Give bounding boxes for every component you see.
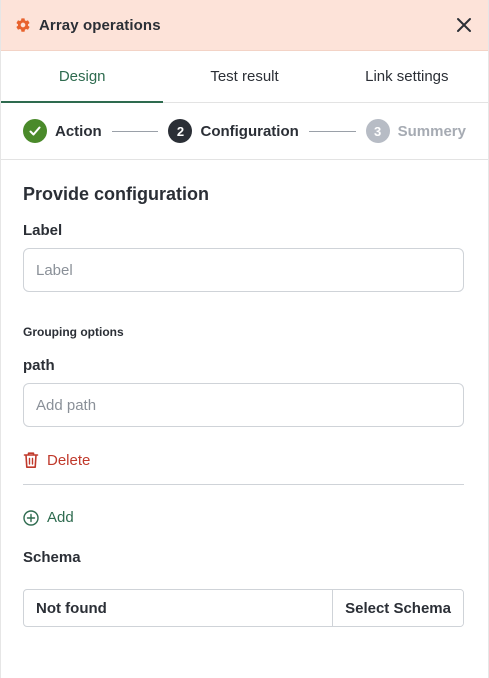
form-body: Provide configuration Label Grouping opt… [1,160,488,627]
step-label-summery: Summery [397,122,466,140]
step-summery[interactable]: 3 Summery [365,119,466,143]
step-connector [111,130,159,132]
label-input[interactable] [23,248,464,292]
panel-header: Array operations [1,0,488,51]
step-number: 2 [168,119,193,143]
stepper: Action 2 Configuration 3 Summery [1,103,488,160]
step-label-configuration: Configuration [200,122,299,140]
check-icon [23,119,47,143]
gear-icon [15,17,31,33]
plus-circle-icon [23,509,39,526]
add-label: Add [47,509,74,526]
tab-design[interactable]: Design [1,51,164,103]
grouping-options-title: Grouping options [23,325,124,339]
step-connector [308,130,356,132]
step-label-action: Action [55,122,102,140]
schema-label: Schema [23,549,81,566]
section-title: Provide configuration [23,184,210,204]
label-field-label: Label [23,222,63,239]
add-button[interactable]: Add [23,509,74,526]
tab-test-result[interactable]: Test result [163,51,325,102]
step-number: 3 [365,119,390,143]
divider [23,484,464,485]
path-input[interactable] [23,383,464,427]
trash-icon [23,451,39,469]
schema-value: Not found [36,599,107,617]
tab-bar: Design Test result Link settings [1,51,488,103]
select-schema-button[interactable]: Select Schema [332,590,463,626]
path-field-label: path [23,357,55,374]
array-operations-panel: Array operations Design Test result Link… [0,0,489,678]
close-icon[interactable] [452,13,476,37]
delete-button[interactable]: Delete [23,451,90,469]
schema-selector: Not found Select Schema [23,589,464,627]
delete-label: Delete [47,451,91,469]
step-configuration[interactable]: 2 Configuration [168,119,299,143]
tab-link-settings[interactable]: Link settings [326,51,488,102]
step-action[interactable]: Action [23,119,102,143]
panel-title: Array operations [39,16,161,34]
